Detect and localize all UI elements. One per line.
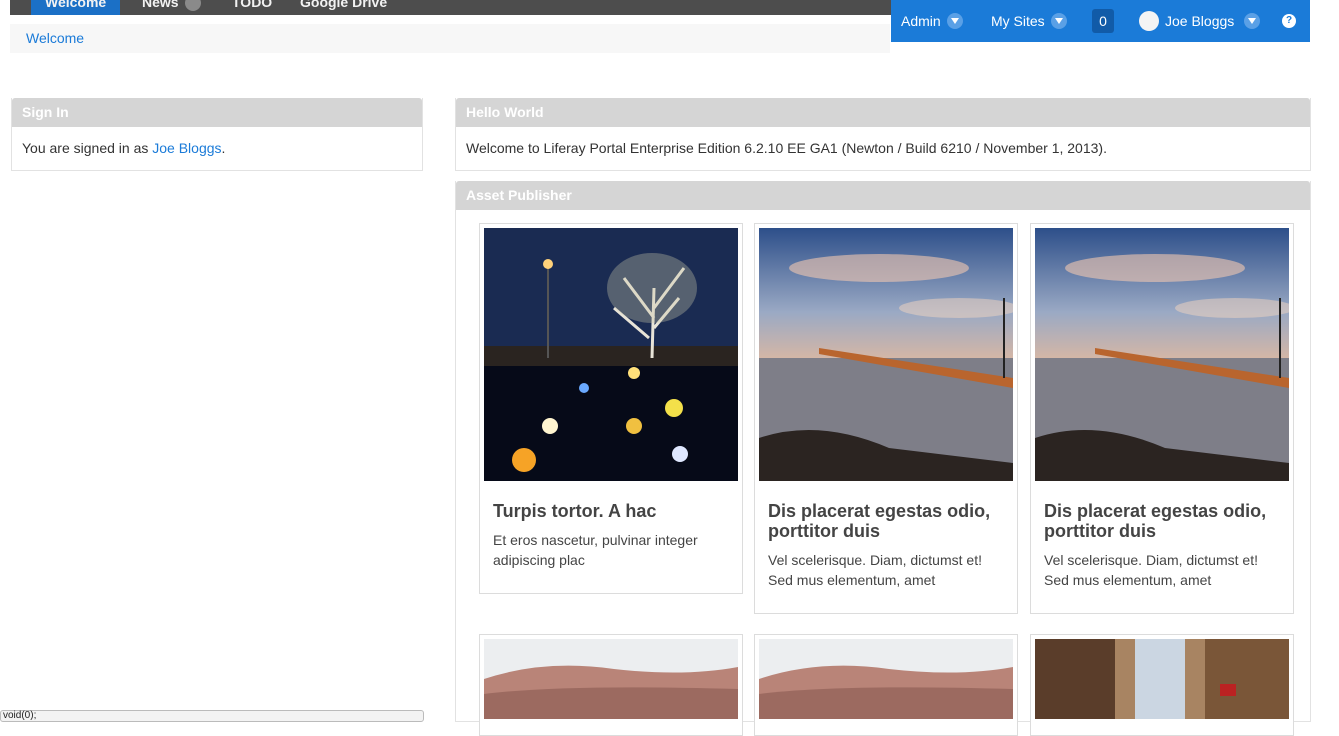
tab-label: Welcome [45, 0, 107, 10]
portlet-body: You are signed in as Joe Bloggs. [12, 127, 422, 169]
breadcrumb-welcome[interactable]: Welcome [26, 30, 84, 46]
card-title[interactable]: Dis placerat egestas odio, porttitor dui… [768, 501, 1004, 541]
city-street-image[interactable] [1035, 639, 1289, 719]
site-navigation: Welcome News TODO Google Drive [10, 0, 900, 15]
tab-label: News [142, 0, 179, 10]
help-icon[interactable]: ? [1282, 14, 1296, 28]
dockbar: Admin My Sites 0 Joe Bloggs ? [891, 0, 1310, 42]
card-summary: Et eros nascetur, pulvinar integer adipi… [493, 532, 698, 568]
card-summary: Vel scelerisque. Diam, dictumst et! Sed … [1044, 552, 1258, 588]
card-title[interactable]: Turpis tortor. A hac [493, 501, 729, 521]
user-menu[interactable]: Joe Bloggs [1139, 11, 1261, 31]
welcome-text: Welcome to Liferay Portal Enterprise Edi… [466, 140, 1107, 156]
chevron-down-icon [946, 13, 963, 29]
portlet-title: Sign In [12, 98, 422, 127]
user-link[interactable]: Joe Bloggs [152, 140, 221, 156]
sign-in-portlet: Sign In You are signed in as Joe Bloggs. [11, 98, 423, 171]
avatar [1139, 11, 1159, 31]
notification-count: 0 [1099, 13, 1107, 29]
chevron-down-icon [1050, 13, 1067, 29]
portlet-title: Hello World [456, 98, 1310, 127]
my-sites-menu[interactable]: My Sites [991, 11, 1067, 31]
tab-label: TODO [232, 0, 273, 10]
tab-google-drive[interactable]: Google Drive [300, 0, 387, 15]
night-tree-lights-image[interactable] [484, 228, 738, 481]
notifications-button[interactable]: 0 [1092, 9, 1114, 33]
asset-card[interactable] [754, 634, 1018, 736]
pier-sunset-image[interactable] [1035, 228, 1289, 481]
help-label: ? [1285, 15, 1293, 26]
tab-todo[interactable]: TODO [232, 0, 272, 15]
status-bar: void(0); [0, 710, 424, 722]
asset-card[interactable]: Dis placerat egestas odio, porttitor dui… [754, 223, 1018, 614]
dot-icon [184, 0, 201, 12]
asset-card[interactable] [1030, 634, 1294, 736]
punctuation: . [221, 140, 226, 156]
card-summary: Vel scelerisque. Diam, dictumst et! Sed … [768, 552, 982, 588]
red-rock-image[interactable] [759, 639, 1013, 719]
my-sites-label: My Sites [991, 13, 1045, 29]
admin-menu[interactable]: Admin [901, 11, 963, 31]
tab-label: Google Drive [300, 0, 388, 10]
tab-welcome[interactable]: Welcome [31, 0, 121, 15]
card-title[interactable]: Dis placerat egestas odio, porttitor dui… [1044, 501, 1280, 541]
user-name: Joe Bloggs [1165, 13, 1235, 29]
hello-world-portlet: Hello World Welcome to Liferay Portal En… [455, 98, 1311, 171]
breadcrumb: Welcome [10, 24, 890, 53]
chevron-down-icon [1244, 13, 1261, 29]
asset-card[interactable] [479, 634, 743, 736]
portlet-title: Asset Publisher [456, 181, 1310, 210]
asset-card[interactable]: Dis placerat egestas odio, porttitor dui… [1030, 223, 1294, 614]
admin-label: Admin [901, 13, 941, 29]
red-rock-image[interactable] [484, 639, 738, 719]
signed-in-text: You are signed in as [22, 140, 153, 156]
tab-news[interactable]: News [142, 0, 201, 15]
pier-sunset-image[interactable] [759, 228, 1013, 481]
asset-card[interactable]: Turpis tortor. A hac Et eros nascetur, p… [479, 223, 743, 594]
